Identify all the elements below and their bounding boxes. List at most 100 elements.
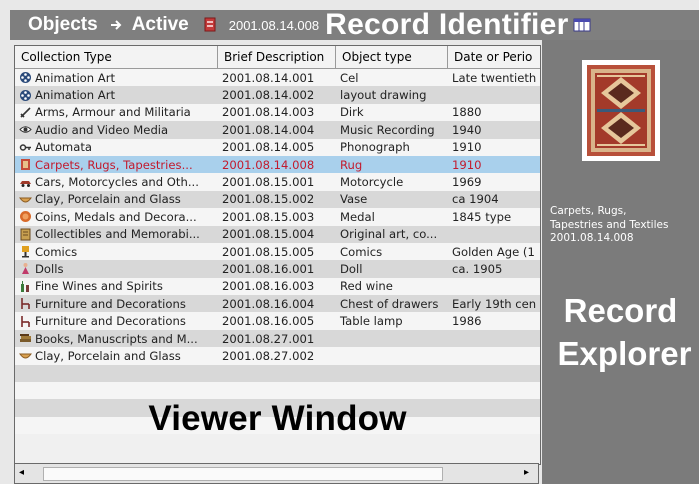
cell-object-type: Table lamp xyxy=(340,314,403,329)
caption-line: Carpets, Rugs, xyxy=(550,205,627,217)
cell-object-type: Chest of drawers xyxy=(340,296,439,311)
scroll-left-icon[interactable]: ◂ xyxy=(19,467,29,480)
cell-collection-type: Cars, Motorcycles and Oth... xyxy=(15,175,218,189)
key-icon xyxy=(19,141,32,154)
cell-date-or-period: Early 19th cen xyxy=(452,296,537,311)
app-window: Objects Active 2001.08.14.008 Record Ide… xyxy=(0,0,699,484)
column-date-or-period[interactable]: Date or Perio xyxy=(448,46,540,68)
table-row[interactable]: Audio and Video Media 2001.08.14.004 Music… xyxy=(15,121,540,139)
cell-object-type: Rug xyxy=(340,157,363,172)
collection-type-text: Furniture and Decorations xyxy=(35,314,186,329)
cell-collection-type: Carpets, Rugs, Tapestries... xyxy=(15,158,218,172)
table-row[interactable]: Furniture and Decorations 2001.08.16.005 T… xyxy=(15,312,540,330)
cell-date-or-period: Late twentieth xyxy=(452,70,537,85)
rug-icon xyxy=(19,158,32,171)
collection-type-text: Carpets, Rugs, Tapestries... xyxy=(35,157,193,172)
cell-brief-description: 2001.08.15.003 xyxy=(222,209,315,224)
cell-brief-description: 2001.08.15.001 xyxy=(222,175,315,190)
record-thumbnail[interactable] xyxy=(582,60,660,161)
viewer-window-label: Viewer Window xyxy=(148,399,407,438)
eye-icon xyxy=(19,123,32,136)
collection-type-text: Arms, Armour and Militaria xyxy=(35,105,191,120)
cell-object-type: Music Recording xyxy=(340,122,435,137)
record-explorer-label-line1: Record xyxy=(563,292,678,329)
lamp-icon xyxy=(19,245,32,258)
table-row[interactable]: Books, Manuscripts and M... 2001.08.27.00… xyxy=(15,329,540,348)
table-row[interactable]: Fine Wines and Spirits 2001.08.16.003 Red … xyxy=(15,277,540,296)
cell-collection-type: Animation Art xyxy=(15,71,218,85)
column-brief-description[interactable]: Brief Description xyxy=(218,46,336,68)
active-filter[interactable]: Active xyxy=(132,14,189,36)
cell-collection-type: Collectibles and Memorabi... xyxy=(15,227,218,241)
collection-type-text: Coins, Medals and Decora... xyxy=(35,209,197,224)
objects-menu[interactable]: Objects xyxy=(28,14,98,36)
grid-view-icon[interactable] xyxy=(573,18,591,32)
book-icon xyxy=(19,228,32,241)
cell-object-type: Dirk xyxy=(340,105,364,120)
cell-object-type: Cel xyxy=(340,70,359,85)
cell-date-or-period: 1969 xyxy=(452,175,482,190)
table-row[interactable]: Animation Art 2001.08.14.002 layout drawin… xyxy=(15,86,540,104)
collection-type-text: Collectibles and Memorabi... xyxy=(35,227,200,242)
collection-type-text: Cars, Motorcycles and Oth... xyxy=(35,175,199,190)
cell-date-or-period: ca. 1905 xyxy=(452,261,503,276)
cell-brief-description: 2001.08.14.008 xyxy=(222,157,315,172)
cell-date-or-period: 1910 xyxy=(452,157,482,172)
chair-icon xyxy=(19,297,32,310)
table-row[interactable]: Arms, Armour and Militaria 2001.08.14.003… xyxy=(15,103,540,122)
cell-collection-type: Automata xyxy=(15,140,218,154)
scroll-right-icon[interactable]: ▸ xyxy=(524,467,534,480)
table-row[interactable]: Comics 2001.08.15.005 Comics Golden Age (1 xyxy=(15,242,540,261)
cell-brief-description: 2001.08.16.001 xyxy=(222,261,315,276)
cell-object-type: Medal xyxy=(340,209,375,224)
cell-collection-type: Furniture and Decorations xyxy=(15,297,218,311)
table-row[interactable]: Automata 2001.08.14.005 Phonograph 1910 xyxy=(15,138,540,156)
empty-row xyxy=(15,382,540,400)
record-explorer: Carpets, Rugs, Tapestries and Textiles 2… xyxy=(542,40,699,484)
doll-icon xyxy=(19,262,32,275)
cell-collection-type: Furniture and Decorations xyxy=(15,314,218,328)
table-row[interactable]: Dolls 2001.08.16.001 Doll ca. 1905 xyxy=(15,260,540,278)
table-row[interactable]: Carpets, Rugs, Tapestries... 2001.08.14.0… xyxy=(15,155,540,174)
record-list: Animation Art 2001.08.14.001 Cel Late twent… xyxy=(15,69,540,435)
collection-type-text: Dolls xyxy=(35,261,64,276)
cell-brief-description: 2001.08.15.005 xyxy=(222,244,315,259)
table-row[interactable]: Furniture and Decorations 2001.08.16.004 C… xyxy=(15,295,540,313)
collection-type-text: Audio and Video Media xyxy=(35,122,169,137)
cell-object-type: Doll xyxy=(340,261,363,276)
cell-object-type: Motorcycle xyxy=(340,175,404,190)
horizontal-scrollbar[interactable]: ◂ ▸ xyxy=(14,463,539,484)
cell-object-type: Vase xyxy=(340,192,368,207)
cell-brief-description: 2001.08.14.001 xyxy=(222,70,315,85)
cell-brief-description: 2001.08.27.002 xyxy=(222,348,315,363)
chair-icon xyxy=(19,315,32,328)
film-reel-icon xyxy=(19,89,32,102)
coin-icon xyxy=(19,210,32,223)
column-object-type[interactable]: Object type xyxy=(336,46,448,68)
cell-object-type: Original art, co... xyxy=(340,227,438,242)
rug-image xyxy=(587,65,655,156)
column-collection-type[interactable]: Collection Type xyxy=(15,46,218,68)
table-row[interactable]: Collectibles and Memorabi... 2001.08.15.0… xyxy=(15,225,540,243)
scroll-thumb[interactable] xyxy=(43,467,443,481)
collection-type-text: Clay, Porcelain and Glass xyxy=(35,348,181,363)
cell-brief-description: 2001.08.14.003 xyxy=(222,105,315,120)
table-row[interactable]: Coins, Medals and Decora... 2001.08.15.00… xyxy=(15,208,540,226)
cell-collection-type: Clay, Porcelain and Glass xyxy=(15,192,218,206)
cell-date-or-period: 1880 xyxy=(452,105,482,120)
header-bar: Objects Active 2001.08.14.008 Record Ide… xyxy=(10,8,699,41)
record-icon[interactable] xyxy=(203,17,217,33)
table-row[interactable]: Cars, Motorcycles and Oth... 2001.08.15.0… xyxy=(15,173,540,191)
sword-icon xyxy=(19,106,32,119)
cell-collection-type: Clay, Porcelain and Glass xyxy=(15,349,218,363)
record-identifier-label: Record Identifier xyxy=(325,8,569,41)
record-explorer-label-line2: Explorer xyxy=(557,335,692,372)
cell-collection-type: Fine Wines and Spirits xyxy=(15,279,218,293)
table-row[interactable]: Clay, Porcelain and Glass 2001.08.15.002 V… xyxy=(15,190,540,209)
table-row[interactable]: Clay, Porcelain and Glass 2001.08.27.002 xyxy=(15,347,540,365)
cell-collection-type: Comics xyxy=(15,245,218,259)
cell-date-or-period: 1910 xyxy=(452,140,482,155)
record-identifier: 2001.08.14.008 xyxy=(228,17,320,33)
table-row[interactable]: Animation Art 2001.08.14.001 Cel Late twent… xyxy=(15,69,540,87)
empty-row xyxy=(15,364,540,383)
